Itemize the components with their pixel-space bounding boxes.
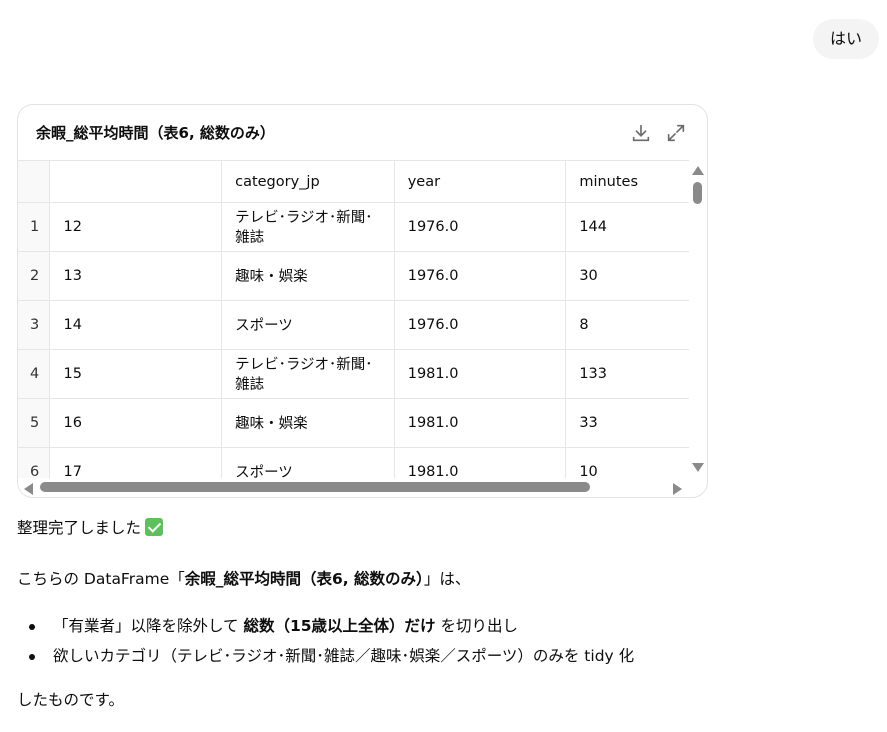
done-message: 整理完了しました	[17, 516, 164, 538]
vertical-scrollbar[interactable]	[689, 160, 707, 478]
cell-category-text: テレビ･ラジオ･新聞･雑誌	[235, 210, 373, 246]
horizontal-scrollbar[interactable]	[18, 478, 689, 496]
cell-category-text: 趣味・娯楽	[235, 416, 308, 432]
expand-button[interactable]	[665, 122, 687, 144]
bullet2-text: 欲しいカテゴリ（テレビ･ラジオ･新聞･雑誌／趣味･娯楽／スポーツ）のみを tid…	[53, 647, 635, 665]
scroll-up-arrow-icon[interactable]	[692, 166, 704, 175]
cell-category[interactable]: スポーツ	[221, 447, 395, 478]
bullet1-pre: 「有業者」以降を除外して	[53, 617, 244, 635]
cell-category[interactable]: テレビ･ラジオ･新聞･雑誌	[221, 349, 395, 399]
bullet1-post: を切り出し	[435, 617, 518, 635]
row-number: 5	[18, 398, 51, 448]
cell-index[interactable]: 16	[49, 398, 223, 448]
scroll-down-arrow-icon[interactable]	[692, 463, 704, 472]
expand-icon	[667, 124, 685, 142]
table-row: 4 15 テレビ･ラジオ･新聞･雑誌 1981.0 133	[18, 349, 689, 399]
intro-dataframe-name: 余暇_総平均時間（表6, 総数のみ）	[184, 570, 424, 588]
header-year[interactable]: year	[394, 160, 567, 203]
closing-text: したものです。	[17, 691, 124, 709]
cell-index[interactable]: 12	[49, 202, 223, 252]
cell-index[interactable]: 17	[49, 447, 223, 478]
cell-year[interactable]: 1981.0	[394, 398, 567, 448]
cell-category-text: テレビ･ラジオ･新聞･雑誌	[235, 357, 373, 393]
row-number: 3	[18, 300, 51, 350]
header-index[interactable]	[49, 160, 223, 203]
cell-minutes[interactable]: 10	[565, 447, 689, 478]
table-row: 3 14 スポーツ 1976.0 8	[18, 300, 689, 350]
bullet-list: 「有業者」以降を除外して 総数（15歳以上全体）だけ を切り出し 欲しいカテゴリ…	[17, 614, 634, 674]
user-message-bubble: はい	[813, 19, 879, 59]
cell-category-text: スポーツ	[235, 465, 293, 478]
header-minutes[interactable]: minutes	[565, 160, 689, 203]
table-row: 5 16 趣味・娯楽 1981.0 33	[18, 398, 689, 448]
cell-category[interactable]: スポーツ	[221, 300, 395, 350]
check-mark-icon	[145, 518, 164, 536]
scroll-right-arrow-icon[interactable]	[673, 483, 682, 495]
table-row: 1 12 テレビ･ラジオ･新聞･雑誌 1976.0 144	[18, 202, 689, 252]
scroll-left-arrow-icon[interactable]	[24, 483, 33, 495]
cell-category[interactable]: テレビ･ラジオ･新聞･雑誌	[221, 202, 395, 252]
row-number: 2	[18, 251, 51, 301]
cell-year[interactable]: 1976.0	[394, 202, 567, 252]
cell-category[interactable]: 趣味・娯楽	[221, 251, 395, 301]
cell-minutes[interactable]: 144	[565, 202, 689, 252]
header-rownum	[18, 160, 51, 203]
cell-index[interactable]: 14	[49, 300, 223, 350]
cell-index[interactable]: 13	[49, 251, 223, 301]
vertical-scroll-thumb[interactable]	[693, 182, 702, 204]
intro-post: 」は、	[423, 570, 471, 588]
table-header-row: category_jp year minutes	[18, 160, 689, 203]
bullet1-bold: 総数（15歳以上全体）だけ	[243, 617, 436, 635]
row-number: 4	[18, 349, 51, 399]
intro-pre: こちらの DataFrame「	[17, 570, 185, 588]
dataframe-title: 余暇_総平均時間（表6, 総数のみ）	[36, 124, 275, 142]
table-row: 2 13 趣味・娯楽 1976.0 30	[18, 251, 689, 301]
row-number: 6	[18, 447, 51, 478]
cell-year[interactable]: 1976.0	[394, 300, 567, 350]
cell-year[interactable]: 1981.0	[394, 349, 567, 399]
cell-minutes[interactable]: 30	[565, 251, 689, 301]
dataframe-table: category_jp year minutes 1 12 テレビ･ラジオ･新聞…	[18, 160, 689, 478]
intro-paragraph: こちらの DataFrame「余暇_総平均時間（表6, 総数のみ）」は、	[17, 567, 470, 589]
table-row: 6 17 スポーツ 1981.0 10	[18, 447, 689, 478]
cell-category[interactable]: 趣味・娯楽	[221, 398, 395, 448]
cell-minutes[interactable]: 8	[565, 300, 689, 350]
cell-minutes[interactable]: 33	[565, 398, 689, 448]
row-number: 1	[18, 202, 51, 252]
cell-year[interactable]: 1981.0	[394, 447, 567, 478]
download-icon	[632, 124, 650, 142]
horizontal-scroll-thumb[interactable]	[40, 482, 590, 492]
cell-category-text: スポーツ	[235, 318, 293, 334]
header-category-jp[interactable]: category_jp	[221, 160, 395, 203]
done-text: 整理完了しました	[17, 519, 142, 537]
download-button[interactable]	[630, 122, 652, 144]
list-item: 「有業者」以降を除外して 総数（15歳以上全体）だけ を切り出し	[17, 614, 634, 644]
dataframe-card: 余暇_総平均時間（表6, 総数のみ） category_jp year minu…	[17, 104, 708, 498]
list-item: 欲しいカテゴリ（テレビ･ラジオ･新聞･雑誌／趣味･娯楽／スポーツ）のみを tid…	[17, 644, 634, 674]
cell-category-text: 趣味・娯楽	[235, 269, 308, 285]
cell-year[interactable]: 1976.0	[394, 251, 567, 301]
cell-index[interactable]: 15	[49, 349, 223, 399]
cell-minutes[interactable]: 133	[565, 349, 689, 399]
dataframe-grid[interactable]: category_jp year minutes 1 12 テレビ･ラジオ･新聞…	[18, 160, 689, 478]
